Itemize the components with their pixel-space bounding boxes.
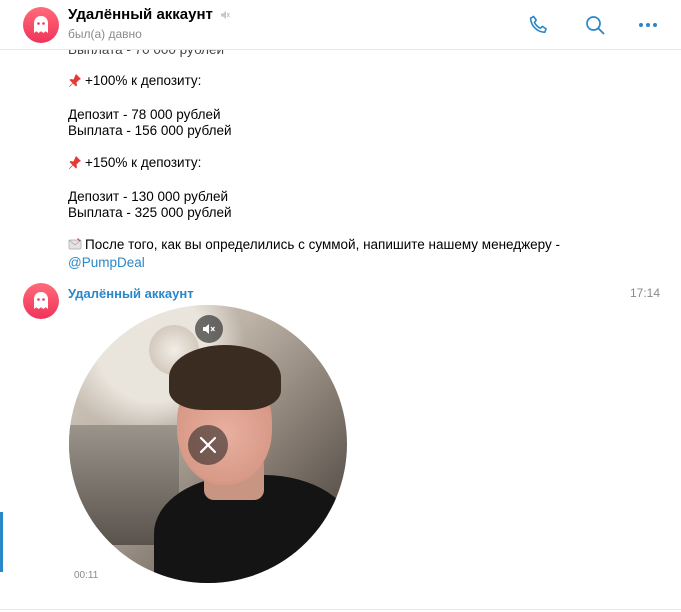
scroll-indicator — [0, 512, 3, 572]
message-time: 17:14 — [629, 286, 660, 300]
mute-icon — [221, 11, 230, 20]
message-line: После того, как вы определились с суммой… — [68, 237, 560, 253]
message-line: +150% к депозиту: — [68, 155, 201, 171]
tier100-deposit: Депозит - 78 000 рублей — [68, 107, 221, 122]
tier150-payout: Выплата - 325 000 рублей — [68, 205, 232, 220]
tier150-heading: +150% к депозиту: — [85, 155, 202, 170]
message-author[interactable]: Удалённый аккаунт — [68, 286, 194, 301]
video-mute-button[interactable] — [195, 315, 223, 343]
contact-link[interactable]: @PumpDeal — [68, 255, 145, 271]
contact-text: После того, как вы определились с суммой… — [85, 237, 561, 252]
divider — [0, 609, 681, 610]
more-icon[interactable] — [636, 13, 660, 37]
video-message[interactable] — [69, 305, 347, 583]
tier100-payout: Выплата - 156 000 рублей — [68, 123, 232, 138]
video-duration: 00:11 — [74, 570, 99, 581]
speaker-muted-icon — [203, 324, 215, 334]
avatar[interactable] — [23, 283, 59, 319]
avatar[interactable] — [23, 7, 59, 43]
video-person-hair — [169, 345, 281, 410]
phone-icon[interactable] — [527, 13, 551, 37]
ghost-icon — [34, 292, 48, 309]
chat-header: Удалённый аккаунт был(а) давно — [0, 0, 681, 50]
close-icon — [199, 436, 217, 454]
tier100-heading: +100% к депозиту: — [85, 73, 202, 88]
message-line: +100% к депозиту: — [68, 73, 201, 89]
chat-status: был(а) давно — [68, 27, 142, 41]
tier150-deposit: Депозит - 130 000 рублей — [68, 189, 229, 204]
pushpin-icon — [69, 156, 81, 169]
search-icon[interactable] — [583, 13, 607, 37]
video-close-button[interactable] — [188, 425, 228, 465]
ghost-icon — [34, 16, 48, 33]
pushpin-icon — [69, 74, 81, 87]
chat-title-text: Удалённый аккаунт — [68, 6, 213, 23]
envelope-icon — [68, 238, 82, 250]
chat-area[interactable]: Выплата - 70 000 рублей +100% к депозиту… — [0, 42, 681, 612]
chat-title: Удалённый аккаунт — [68, 6, 230, 23]
